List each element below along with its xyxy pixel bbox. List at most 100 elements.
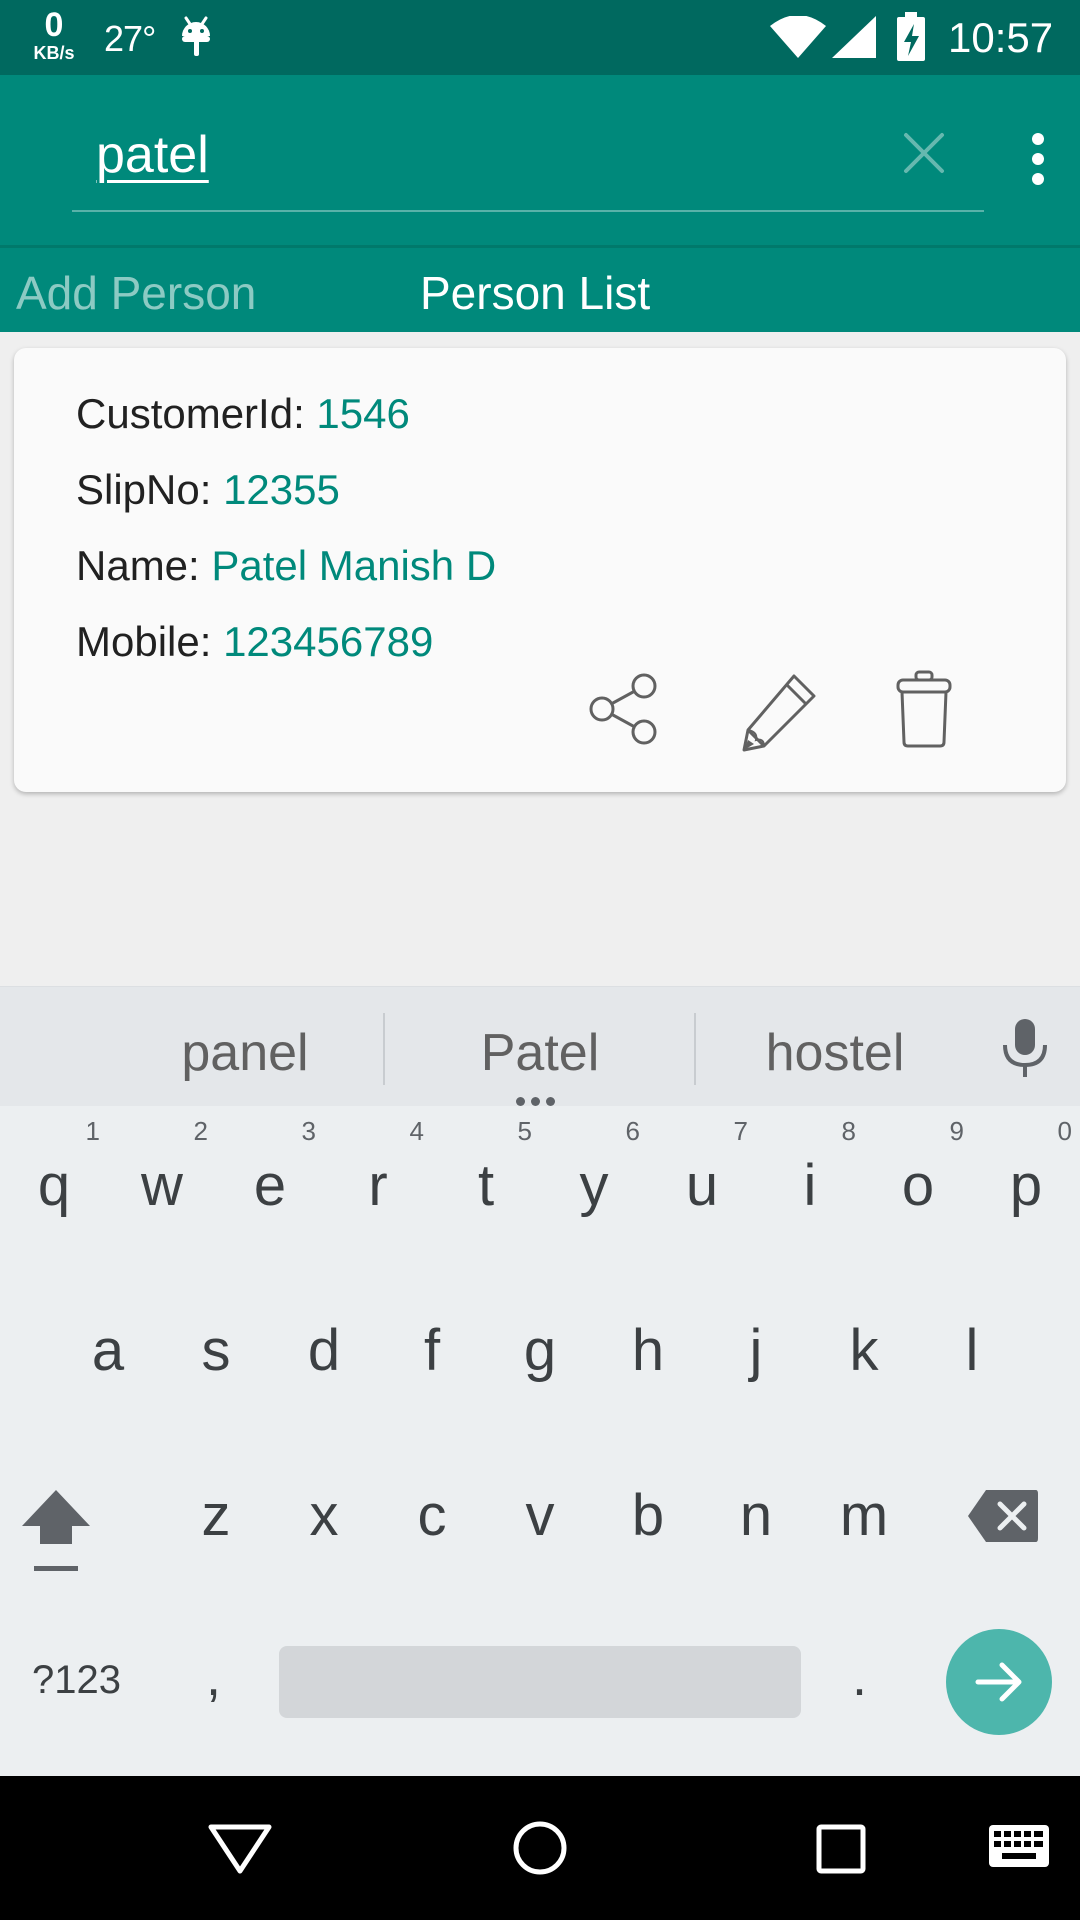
battery-charging-icon (896, 12, 926, 67)
android-icon (178, 14, 214, 63)
mobile-label: Mobile: (76, 618, 212, 665)
network-speed-value: 0 (44, 6, 64, 44)
key-x[interactable]: x (270, 1436, 378, 1566)
suggestion-2[interactable]: Patel (400, 1023, 680, 1083)
symbols-key[interactable]: ?123 (32, 1658, 121, 1703)
key-o[interactable]: 9o (864, 1106, 972, 1236)
key-label: c (417, 1483, 447, 1548)
suggestion-divider (383, 1013, 385, 1085)
mobile-row: Mobile: 123456789 (76, 618, 433, 666)
key-p[interactable]: 0p (972, 1106, 1080, 1236)
key-label: q (37, 1153, 71, 1218)
status-bar: 0 KB/s 27° 10:57 (0, 0, 1080, 75)
key-r[interactable]: 4r (324, 1106, 432, 1236)
key-label: s (201, 1318, 231, 1383)
app-bar: patel (0, 75, 1080, 245)
suggestion-1[interactable]: panel (120, 1023, 370, 1083)
key-s[interactable]: s (162, 1271, 270, 1401)
slip-no-row: SlipNo: 12355 (76, 466, 340, 514)
home-icon[interactable] (512, 1820, 568, 1881)
period-key[interactable]: . (852, 1646, 867, 1708)
clock: 10:57 (948, 14, 1054, 61)
back-icon[interactable] (208, 1824, 272, 1879)
mobile-value: 123456789 (223, 618, 434, 665)
key-label: u (685, 1153, 719, 1218)
key-a[interactable]: a (54, 1271, 162, 1401)
signal-icon (832, 16, 876, 63)
key-label: e (253, 1153, 287, 1218)
delete-icon[interactable] (894, 670, 954, 753)
key-label: p (1009, 1153, 1043, 1218)
backspace-key-icon[interactable] (966, 1488, 1040, 1549)
key-n[interactable]: n (702, 1436, 810, 1566)
shift-key-icon[interactable] (20, 1486, 92, 1579)
key-t[interactable]: 5t (432, 1106, 540, 1236)
slip-no-label: SlipNo: (76, 466, 212, 513)
key-hint: 5 (517, 1116, 532, 1146)
key-b[interactable]: b (594, 1436, 702, 1566)
key-label: m (839, 1483, 889, 1548)
keyboard-switch-icon[interactable] (988, 1824, 1050, 1873)
key-hint: 8 (841, 1116, 856, 1146)
key-l[interactable]: l (918, 1271, 1026, 1401)
key-v[interactable]: v (486, 1436, 594, 1566)
key-hint: 1 (85, 1116, 100, 1146)
suggestion-3[interactable]: hostel (710, 1023, 960, 1083)
key-label: t (477, 1153, 495, 1218)
key-hint: 4 (409, 1116, 424, 1146)
key-q[interactable]: 1q (0, 1106, 108, 1236)
name-label: Name: (76, 542, 200, 589)
more-options-icon[interactable] (1026, 133, 1050, 189)
search-underline (72, 210, 984, 212)
key-label: i (803, 1153, 817, 1218)
tab-bar: Add Person Person List (0, 245, 1080, 332)
space-key[interactable] (279, 1646, 801, 1718)
customer-id-value: 1546 (316, 390, 410, 437)
key-e[interactable]: 3e (216, 1106, 324, 1236)
person-card[interactable]: CustomerId: 1546 SlipNo: 12355 Name: Pat… (14, 348, 1066, 792)
network-speed-unit: KB/s (33, 43, 75, 63)
key-label: v (525, 1483, 555, 1548)
tab-add-person[interactable]: Add Person (16, 266, 256, 320)
clear-search-icon[interactable] (898, 127, 950, 179)
key-m[interactable]: m (810, 1436, 918, 1566)
arrow-right-icon (975, 1662, 1022, 1702)
key-d[interactable]: d (270, 1271, 378, 1401)
microphone-icon[interactable] (998, 1017, 1052, 1084)
key-label: f (423, 1318, 441, 1383)
key-hint: 2 (193, 1116, 208, 1146)
key-g[interactable]: g (486, 1271, 594, 1401)
soft-keyboard: panel Patel hostel 1q2w3e4r5t6y7u8i9o0p … (0, 986, 1080, 1776)
enter-key[interactable] (946, 1629, 1052, 1735)
key-z[interactable]: z (162, 1436, 270, 1566)
key-y[interactable]: 6y (540, 1106, 648, 1236)
key-f[interactable]: f (378, 1271, 486, 1401)
key-i[interactable]: 8i (756, 1106, 864, 1236)
key-label: k (849, 1318, 879, 1383)
comma-key[interactable]: , (206, 1646, 221, 1708)
key-label: j (749, 1318, 763, 1383)
customer-id-label: CustomerId: (76, 390, 305, 437)
key-label: o (901, 1153, 935, 1218)
key-label: d (307, 1318, 341, 1383)
key-k[interactable]: k (810, 1271, 918, 1401)
tab-person-list[interactable]: Person List (420, 266, 650, 320)
key-j[interactable]: j (702, 1271, 810, 1401)
key-label: n (739, 1483, 773, 1548)
edit-icon[interactable] (736, 670, 820, 759)
key-hint: 7 (733, 1116, 748, 1146)
key-c[interactable]: c (378, 1436, 486, 1566)
key-label: x (309, 1483, 339, 1548)
key-label: a (91, 1318, 125, 1383)
navigation-bar (0, 1776, 1080, 1920)
slip-no-value: 12355 (223, 466, 340, 513)
customer-id-row: CustomerId: 1546 (76, 390, 410, 438)
key-h[interactable]: h (594, 1271, 702, 1401)
search-input[interactable]: patel (96, 125, 209, 185)
key-u[interactable]: 7u (648, 1106, 756, 1236)
key-label: z (201, 1483, 231, 1548)
recent-apps-icon[interactable] (816, 1824, 866, 1879)
key-hint: 3 (301, 1116, 316, 1146)
key-w[interactable]: 2w (108, 1106, 216, 1236)
share-icon[interactable] (586, 670, 662, 753)
